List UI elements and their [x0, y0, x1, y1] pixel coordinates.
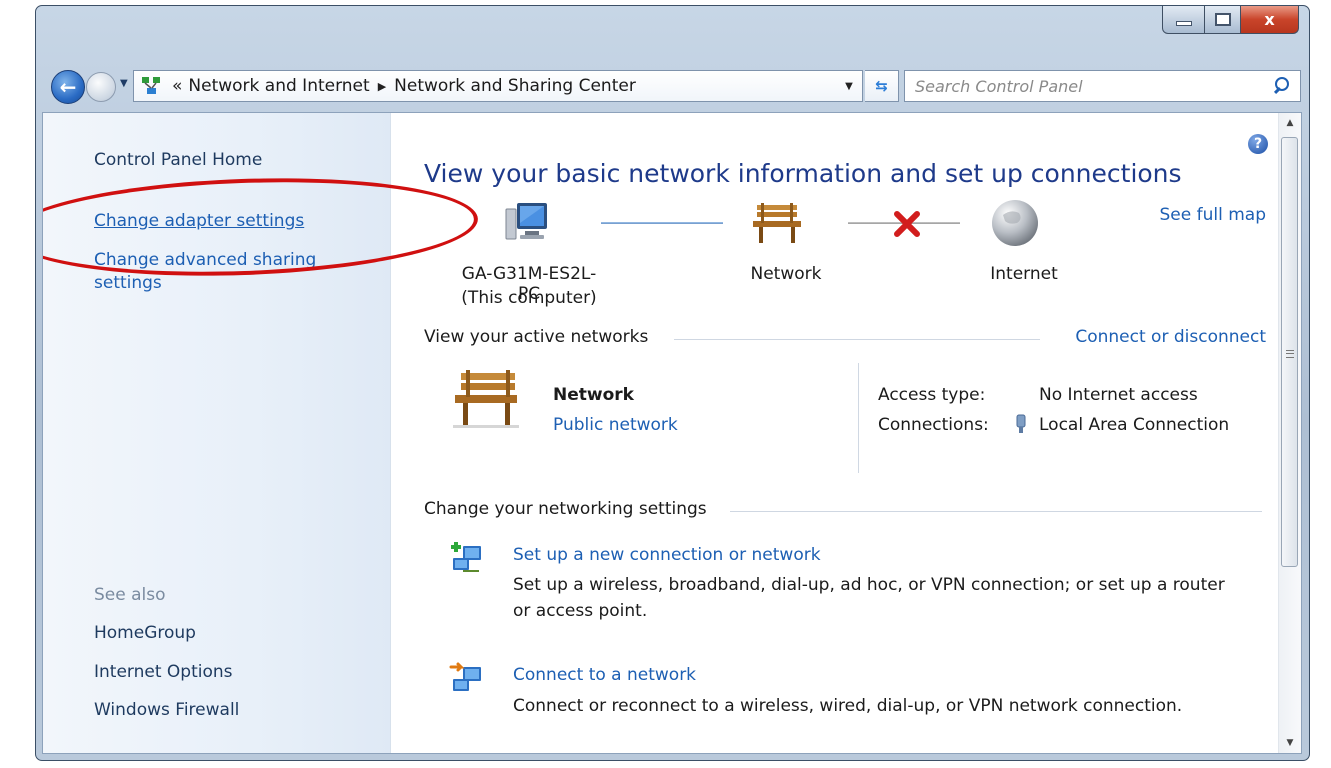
setup-new-connection-link[interactable]: Set up a new connection or network	[513, 545, 821, 565]
see-also-heading: See also	[94, 585, 166, 605]
refresh-icon: ⇆	[875, 77, 888, 95]
minimize-icon	[1175, 21, 1192, 26]
caption-buttons: x	[1162, 6, 1299, 36]
maximize-icon	[1214, 13, 1231, 26]
search-box[interactable]	[904, 70, 1301, 102]
address-overflow-chevron[interactable]: «	[172, 76, 182, 96]
network-folder-icon	[140, 75, 164, 97]
networking-settings-title: Change your networking settings	[424, 499, 707, 519]
setup-new-connection-desc-line2: or access point.	[513, 601, 648, 621]
see-full-map-link[interactable]: See full map	[1160, 205, 1267, 225]
setup-new-connection-desc-line1: Set up a wireless, broadband, dial-up, a…	[513, 575, 1225, 595]
control-panel-window: x ← ▼ « Network and Internet ▶ Network a…	[35, 5, 1310, 761]
active-network-name: Network	[553, 385, 634, 405]
forward-button[interactable]	[86, 72, 116, 102]
network-bench-icon[interactable]	[751, 199, 803, 247]
active-networks-title: View your active networks	[424, 327, 649, 347]
refresh-button[interactable]: ⇆	[865, 70, 899, 102]
connect-or-disconnect-link[interactable]: Connect or disconnect	[1075, 327, 1266, 347]
new-connection-icon	[449, 538, 485, 574]
scroll-down-button[interactable]: ▼	[1279, 733, 1301, 753]
recent-pages-dropdown[interactable]: ▼	[120, 78, 128, 89]
access-type-value: No Internet access	[1039, 385, 1198, 405]
network-map-label: Network	[750, 264, 822, 284]
computer-icon[interactable]	[503, 199, 551, 247]
help-icon[interactable]: ?	[1248, 134, 1268, 154]
internet-globe-icon[interactable]	[989, 197, 1041, 249]
content-area: Control Panel Home Change adapter settin…	[42, 112, 1302, 754]
active-networks-rule	[674, 339, 1040, 340]
connect-to-network-desc: Connect or reconnect to a wireless, wire…	[513, 696, 1183, 716]
task-pane: Control Panel Home Change adapter settin…	[43, 113, 391, 753]
local-area-connection-link[interactable]: Local Area Connection	[1039, 415, 1229, 435]
windows-firewall-link[interactable]: Windows Firewall	[94, 700, 239, 720]
maximize-button[interactable]	[1205, 6, 1241, 34]
back-button[interactable]: ←	[51, 70, 85, 104]
scrollbar-grip-icon	[1286, 350, 1294, 358]
vertical-scrollbar[interactable]: ▲ ▼	[1278, 113, 1301, 753]
change-advanced-sharing-link[interactable]: Change advanced sharing	[94, 250, 316, 270]
back-arrow-icon: ←	[59, 75, 77, 99]
page-title: View your basic network information and …	[424, 159, 1182, 188]
active-network-bench-icon	[451, 367, 521, 431]
active-networks-separator	[858, 363, 859, 473]
breadcrumb-network-and-internet[interactable]: Network and Internet	[188, 76, 369, 96]
search-input[interactable]	[905, 72, 1272, 100]
this-computer-label: (This computer)	[461, 288, 597, 308]
navigation-bar: ← ▼ « Network and Internet ▶ Network and…	[36, 58, 1309, 114]
connect-to-network-link[interactable]: Connect to a network	[513, 665, 696, 685]
networking-settings-rule	[730, 511, 1262, 512]
scroll-up-button[interactable]: ▲	[1279, 113, 1301, 133]
homegroup-link[interactable]: HomeGroup	[94, 623, 196, 643]
main-pane: ? View your basic network information an…	[391, 113, 1301, 753]
change-advanced-sharing-link-line2[interactable]: settings	[94, 273, 162, 293]
access-type-label: Access type:	[878, 385, 986, 405]
computer-network-connector	[601, 222, 723, 224]
internet-options-link[interactable]: Internet Options	[94, 662, 233, 682]
address-bar[interactable]: « Network and Internet ▶ Network and Sha…	[133, 70, 863, 102]
search-icon[interactable]	[1272, 75, 1294, 97]
close-button[interactable]: x	[1241, 6, 1299, 34]
breadcrumb-arrow-icon[interactable]: ▶	[378, 80, 386, 93]
connections-label: Connections:	[878, 415, 989, 435]
breadcrumb-network-and-sharing-center[interactable]: Network and Sharing Center	[394, 76, 636, 96]
minimize-button[interactable]	[1162, 6, 1205, 34]
control-panel-home-link[interactable]: Control Panel Home	[94, 150, 262, 170]
connect-to-network-icon	[449, 659, 485, 695]
change-adapter-settings-link[interactable]: Change adapter settings	[94, 211, 304, 231]
address-dropdown-button[interactable]: ▼	[836, 71, 862, 101]
public-network-link[interactable]: Public network	[553, 415, 678, 435]
no-connection-x-icon	[891, 209, 923, 239]
close-icon: x	[1264, 10, 1275, 29]
title-bar: x	[36, 6, 1309, 58]
ethernet-plug-icon	[1013, 413, 1029, 435]
internet-map-label: Internet	[990, 264, 1058, 284]
scrollbar-thumb[interactable]	[1281, 137, 1298, 567]
